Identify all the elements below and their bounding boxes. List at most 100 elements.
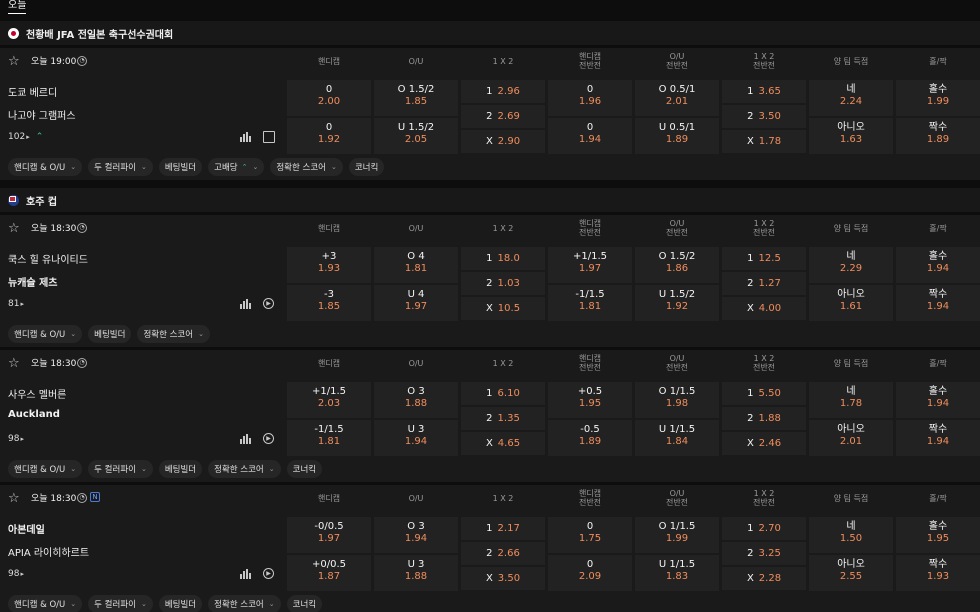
play-video-icon[interactable]: ▶ (263, 568, 274, 579)
odds-cell-oddeven[interactable]: 홀수 1.95 (896, 517, 980, 553)
odds-cell-btts[interactable]: 네 2.24 (809, 80, 893, 116)
market-chip[interactable]: 핸디캡 & O/U ⌄ (8, 595, 83, 612)
odds-cell-x12_half[interactable]: X 2.46 (722, 432, 806, 455)
home-team-name[interactable]: 도쿄 베르디 (8, 84, 57, 99)
odds-cell-oddeven[interactable]: 짝수 1.89 (896, 118, 980, 154)
odds-cell-ou[interactable]: O 4 1.81 (374, 247, 458, 283)
stats-bars-icon[interactable] (240, 569, 251, 579)
odds-cell-ou[interactable]: O 3 1.94 (374, 517, 458, 553)
odds-cell-x12_half[interactable]: X 4.00 (722, 297, 806, 320)
odds-cell-x12_half[interactable]: 1 3.65 (722, 80, 806, 103)
odds-cell-oddeven[interactable]: 홀수 1.94 (896, 382, 980, 418)
lineup-grid-icon[interactable] (263, 131, 275, 143)
odds-cell-ou[interactable]: U 4 1.97 (374, 285, 458, 321)
odds-cell-handicap[interactable]: -3 1.85 (287, 285, 371, 321)
home-team-name[interactable]: 사우스 멜버른 (8, 386, 66, 401)
odds-cell-x12[interactable]: 2 2.69 (461, 105, 545, 128)
market-chip[interactable]: 베팅빌더 (158, 460, 203, 478)
live-stats-icon[interactable]: ◔ (77, 223, 87, 233)
away-team-name[interactable]: 나고야 그램퍼스 (8, 107, 76, 122)
league-header[interactable]: 호주 컵 (0, 188, 980, 212)
odds-cell-ou_half[interactable]: O 1.5/2 1.86 (635, 247, 719, 283)
odds-cell-handicap[interactable]: +1/1.5 2.03 (287, 382, 371, 418)
live-stats-icon[interactable]: ◔ (77, 493, 87, 503)
stats-bars-icon[interactable] (240, 299, 251, 309)
market-chip[interactable]: 핸디캡 & O/U ⌄ (8, 158, 83, 176)
market-count[interactable]: 102▸ ⌃ (8, 132, 43, 142)
odds-cell-x12_half[interactable]: 2 3.50 (722, 105, 806, 128)
live-stats-icon[interactable]: ◔ (77, 56, 87, 66)
odds-cell-ou_half[interactable]: O 1/1.5 1.98 (635, 382, 719, 418)
odds-cell-ou[interactable]: U 1.5/2 2.05 (374, 118, 458, 154)
odds-cell-oddeven[interactable]: 홀수 1.99 (896, 80, 980, 116)
market-chip[interactable]: 고배당 ⌃ ⌄ (208, 158, 265, 176)
odds-cell-x12[interactable]: 1 6.10 (461, 382, 545, 405)
odds-cell-x12_half[interactable]: 1 5.50 (722, 382, 806, 405)
odds-cell-ou_half[interactable]: O 1/1.5 1.99 (635, 517, 719, 553)
odds-cell-handicap_half[interactable]: -0.5 1.89 (548, 420, 632, 456)
play-video-icon[interactable]: ▶ (263, 433, 274, 444)
odds-cell-handicap_half[interactable]: +1/1.5 1.97 (548, 247, 632, 283)
odds-cell-handicap_half[interactable]: +0.5 1.95 (548, 382, 632, 418)
odds-cell-ou_half[interactable]: U 0.5/1 1.89 (635, 118, 719, 154)
away-team-name[interactable]: Auckland (8, 409, 60, 420)
odds-cell-x12_half[interactable]: 2 1.88 (722, 407, 806, 430)
odds-cell-handicap[interactable]: 0 1.92 (287, 118, 371, 154)
stats-bars-icon[interactable] (240, 434, 251, 444)
market-chip[interactable]: 베팅빌더 (88, 325, 132, 343)
odds-cell-x12[interactable]: 2 1.03 (461, 272, 545, 295)
odds-cell-btts[interactable]: 아니오 2.01 (809, 420, 893, 456)
live-stats-icon[interactable]: ◔ (77, 358, 87, 368)
market-chip[interactable]: 핸디캡 & O/U ⌄ (8, 325, 83, 343)
away-team-name[interactable]: 뉴캐슬 제츠 (8, 274, 57, 289)
odds-cell-x12_half[interactable]: 1 2.70 (722, 517, 806, 540)
market-count[interactable]: 98▸ (8, 569, 24, 579)
market-chip[interactable]: 코너킥 (286, 595, 323, 612)
odds-cell-handicap[interactable]: -1/1.5 1.81 (287, 420, 371, 456)
odds-cell-handicap_half[interactable]: 0 1.94 (548, 118, 632, 154)
odds-cell-x12[interactable]: X 10.5 (461, 297, 545, 320)
odds-cell-handicap[interactable]: +3 1.93 (287, 247, 371, 283)
odds-cell-handicap[interactable]: -0/0.5 1.97 (287, 517, 371, 553)
market-chip[interactable]: 코너킥 (286, 460, 323, 478)
odds-cell-ou[interactable]: O 1.5/2 1.85 (374, 80, 458, 116)
odds-cell-handicap_half[interactable]: 0 1.75 (548, 517, 632, 553)
market-chip[interactable]: 정확한 스코어 ⌄ (270, 158, 343, 176)
odds-cell-ou[interactable]: O 3 1.88 (374, 382, 458, 418)
odds-cell-ou_half[interactable]: U 1/1.5 1.83 (635, 555, 719, 591)
odds-cell-btts[interactable]: 네 1.78 (809, 382, 893, 418)
odds-cell-x12_half[interactable]: X 1.78 (722, 130, 806, 153)
market-chip[interactable]: 두 컬러파이 ⌄ (88, 460, 153, 478)
market-chip[interactable]: 두 컬러파이 ⌄ (88, 158, 153, 176)
odds-cell-oddeven[interactable]: 짝수 1.94 (896, 420, 980, 456)
market-count[interactable]: 98▸ (8, 434, 24, 444)
market-chip[interactable]: 베팅빌더 (158, 158, 203, 176)
odds-cell-handicap_half[interactable]: -1/1.5 1.81 (548, 285, 632, 321)
home-team-name[interactable]: 아본데일 (8, 521, 45, 536)
market-chip[interactable]: 베팅빌더 (158, 595, 203, 612)
market-chip[interactable]: 정확한 스코어 ⌄ (137, 325, 210, 343)
stats-bars-icon[interactable] (240, 132, 251, 142)
favorite-star-icon[interactable]: ☆ (8, 492, 21, 506)
odds-cell-handicap_half[interactable]: 0 1.96 (548, 80, 632, 116)
odds-cell-x12[interactable]: X 2.90 (461, 130, 545, 153)
odds-cell-x12_half[interactable]: 2 1.27 (722, 272, 806, 295)
odds-cell-x12_half[interactable]: X 2.28 (722, 567, 806, 590)
odds-cell-handicap[interactable]: 0 2.00 (287, 80, 371, 116)
market-chip[interactable]: 정확한 스코어 ⌄ (208, 460, 281, 478)
market-chip[interactable]: 정확한 스코어 ⌄ (208, 595, 281, 612)
odds-cell-handicap[interactable]: +0/0.5 1.87 (287, 555, 371, 591)
odds-cell-ou_half[interactable]: U 1/1.5 1.84 (635, 420, 719, 456)
market-count[interactable]: 81▸ (8, 299, 24, 309)
odds-cell-ou_half[interactable]: O 0.5/1 2.01 (635, 80, 719, 116)
market-chip[interactable]: 핸디캡 & O/U ⌄ (8, 460, 83, 478)
odds-cell-oddeven[interactable]: 짝수 1.94 (896, 285, 980, 321)
away-team-name[interactable]: APIA 라이히하르트 (8, 544, 89, 559)
odds-cell-ou[interactable]: U 3 1.88 (374, 555, 458, 591)
odds-cell-x12[interactable]: 2 1.35 (461, 407, 545, 430)
odds-cell-handicap_half[interactable]: 0 2.09 (548, 555, 632, 591)
favorite-star-icon[interactable]: ☆ (8, 222, 21, 236)
odds-cell-ou_half[interactable]: U 1.5/2 1.92 (635, 285, 719, 321)
odds-cell-x12[interactable]: 1 18.0 (461, 247, 545, 270)
odds-cell-x12_half[interactable]: 1 12.5 (722, 247, 806, 270)
